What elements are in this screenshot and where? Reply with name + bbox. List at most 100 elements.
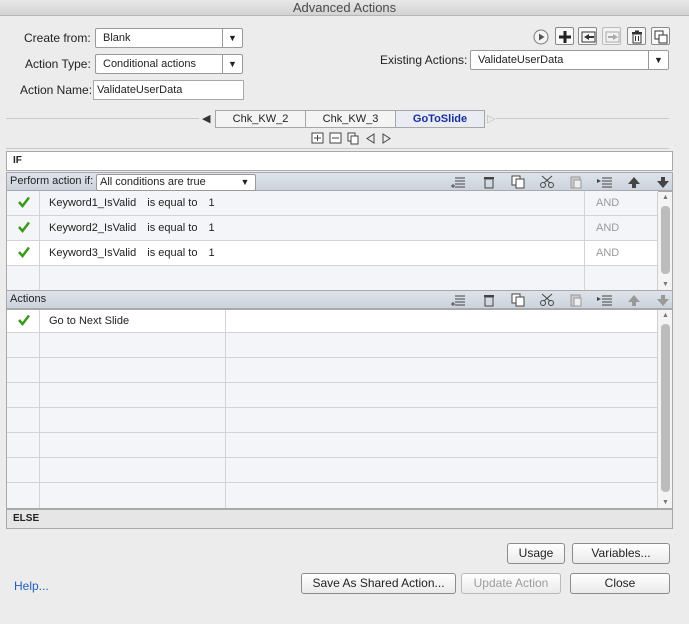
move-down-icon[interactable] bbox=[655, 293, 671, 307]
perform-action-select[interactable]: All conditions are true ▼ bbox=[96, 174, 256, 191]
action-row-empty[interactable] bbox=[7, 458, 657, 483]
save-as-shared-action-button[interactable]: Save As Shared Action... bbox=[301, 573, 456, 594]
else-section-title[interactable]: ELSE bbox=[6, 509, 673, 529]
condition-row-empty[interactable] bbox=[7, 266, 658, 291]
remove-decision-icon[interactable] bbox=[329, 132, 342, 144]
delete-action-button[interactable] bbox=[627, 27, 646, 45]
import-icon bbox=[581, 31, 596, 43]
action-row-empty[interactable] bbox=[7, 358, 657, 383]
row-checkbox[interactable] bbox=[7, 241, 40, 265]
duplicate-action-button[interactable] bbox=[651, 27, 670, 45]
condition-expression[interactable]: Keyword1_IsValid is equal to 1 bbox=[40, 191, 585, 215]
update-action-button[interactable]: Update Action bbox=[461, 573, 561, 594]
window-title: Advanced Actions bbox=[0, 0, 689, 16]
create-from-label: Create from: bbox=[24, 31, 91, 45]
conditions-scrollbar[interactable]: ▲ ▼ bbox=[657, 192, 672, 290]
move-down-icon[interactable] bbox=[655, 175, 671, 189]
empty-cell bbox=[40, 333, 226, 357]
scroll-down-icon[interactable]: ▼ bbox=[658, 281, 673, 288]
usage-button[interactable]: Usage bbox=[507, 543, 565, 564]
insert-row-icon[interactable] bbox=[451, 293, 467, 307]
scroll-down-icon[interactable]: ▼ bbox=[658, 499, 673, 506]
scroll-thumb[interactable] bbox=[661, 206, 670, 274]
insert-after-icon[interactable] bbox=[597, 175, 613, 189]
condition-variable: Keyword3_IsValid bbox=[49, 247, 137, 259]
add-decision-icon[interactable] bbox=[311, 132, 324, 144]
scroll-thumb[interactable] bbox=[661, 324, 670, 492]
action-row-empty[interactable] bbox=[7, 483, 657, 508]
duplicate-icon bbox=[654, 30, 668, 44]
move-up-icon[interactable] bbox=[626, 175, 642, 189]
trash-icon bbox=[632, 30, 642, 44]
action-row-empty[interactable] bbox=[7, 408, 657, 433]
copy-decision-icon[interactable] bbox=[347, 132, 359, 145]
perform-action-label: Perform action if: bbox=[10, 175, 94, 187]
row-checkbox[interactable] bbox=[7, 310, 40, 332]
tab-chk-kw-2[interactable]: Chk_KW_2 bbox=[215, 110, 306, 128]
action-row-empty[interactable] bbox=[7, 383, 657, 408]
checkmark-icon bbox=[18, 246, 30, 258]
scroll-up-icon[interactable]: ▲ bbox=[658, 194, 673, 201]
import-action-button[interactable] bbox=[578, 27, 597, 45]
cut-icon[interactable] bbox=[539, 293, 555, 307]
condition-expression[interactable]: Keyword3_IsValid is equal to 1 bbox=[40, 241, 585, 265]
trash-icon[interactable] bbox=[481, 175, 497, 189]
actions-scrollbar[interactable]: ▲ ▼ bbox=[657, 310, 672, 508]
plus-icon bbox=[559, 31, 571, 43]
create-from-select[interactable]: Blank ▼ bbox=[95, 28, 243, 48]
actions-title: Actions bbox=[10, 293, 47, 305]
empty-cell bbox=[40, 266, 585, 291]
if-section-title: IF bbox=[6, 151, 673, 171]
action-row-empty[interactable] bbox=[7, 433, 657, 458]
condition-row[interactable]: Keyword3_IsValid is equal to 1 AND bbox=[7, 241, 658, 266]
tab-chk-kw-3[interactable]: Chk_KW_3 bbox=[305, 110, 396, 128]
empty-cell bbox=[7, 266, 40, 291]
empty-cell bbox=[7, 333, 40, 357]
copy-icon[interactable] bbox=[510, 175, 526, 189]
action-name-label: Action Name: bbox=[20, 83, 93, 97]
tab-scroll-left-icon[interactable]: ◀ bbox=[202, 112, 210, 125]
action-name-field[interactable]: ValidateUserData bbox=[93, 80, 244, 100]
condition-row[interactable]: Keyword2_IsValid is equal to 1 AND bbox=[7, 216, 658, 241]
action-type-select[interactable]: Conditional actions ▼ bbox=[95, 54, 243, 74]
trash-icon[interactable] bbox=[481, 293, 497, 307]
empty-cell bbox=[40, 483, 226, 508]
condition-logic[interactable]: AND bbox=[585, 216, 658, 240]
tab-scroll-right-icon[interactable]: ▷ bbox=[487, 112, 495, 125]
preview-button[interactable] bbox=[531, 27, 550, 45]
export-action-button[interactable] bbox=[602, 27, 621, 45]
action-name[interactable]: Go to Next Slide bbox=[40, 310, 226, 332]
empty-cell bbox=[7, 483, 40, 508]
variables-button[interactable]: Variables... bbox=[572, 543, 670, 564]
paste-icon[interactable] bbox=[568, 175, 584, 189]
scroll-up-icon[interactable]: ▲ bbox=[658, 312, 673, 319]
row-checkbox[interactable] bbox=[7, 216, 40, 240]
tab-gotoslide[interactable]: GoToSlide bbox=[395, 110, 485, 128]
condition-row[interactable]: Keyword1_IsValid is equal to 1 AND bbox=[7, 191, 658, 216]
chevron-down-icon: ▼ bbox=[222, 29, 242, 47]
move-left-icon[interactable] bbox=[366, 133, 375, 144]
add-action-button[interactable] bbox=[555, 27, 574, 45]
action-row[interactable]: Go to Next Slide bbox=[7, 310, 657, 333]
paste-icon[interactable] bbox=[568, 293, 584, 307]
existing-actions-select[interactable]: ValidateUserData ▼ bbox=[470, 50, 669, 70]
copy-icon[interactable] bbox=[510, 293, 526, 307]
export-icon bbox=[605, 31, 620, 43]
insert-after-icon[interactable] bbox=[597, 293, 613, 307]
close-button[interactable]: Close bbox=[570, 573, 670, 594]
action-target[interactable] bbox=[226, 310, 657, 332]
action-row-empty[interactable] bbox=[7, 333, 657, 358]
cut-icon[interactable] bbox=[539, 175, 555, 189]
move-right-icon[interactable] bbox=[382, 133, 391, 144]
empty-cell bbox=[40, 458, 226, 482]
condition-logic[interactable]: AND bbox=[585, 241, 658, 265]
condition-logic[interactable]: AND bbox=[585, 191, 658, 215]
row-checkbox[interactable] bbox=[7, 191, 40, 215]
insert-row-icon[interactable] bbox=[451, 175, 467, 189]
create-from-value: Blank bbox=[103, 32, 131, 44]
tab-controls-divider bbox=[6, 148, 669, 149]
chevron-down-icon: ▼ bbox=[240, 177, 250, 187]
help-link[interactable]: Help... bbox=[14, 579, 49, 593]
move-up-icon[interactable] bbox=[626, 293, 642, 307]
condition-expression[interactable]: Keyword2_IsValid is equal to 1 bbox=[40, 216, 585, 240]
